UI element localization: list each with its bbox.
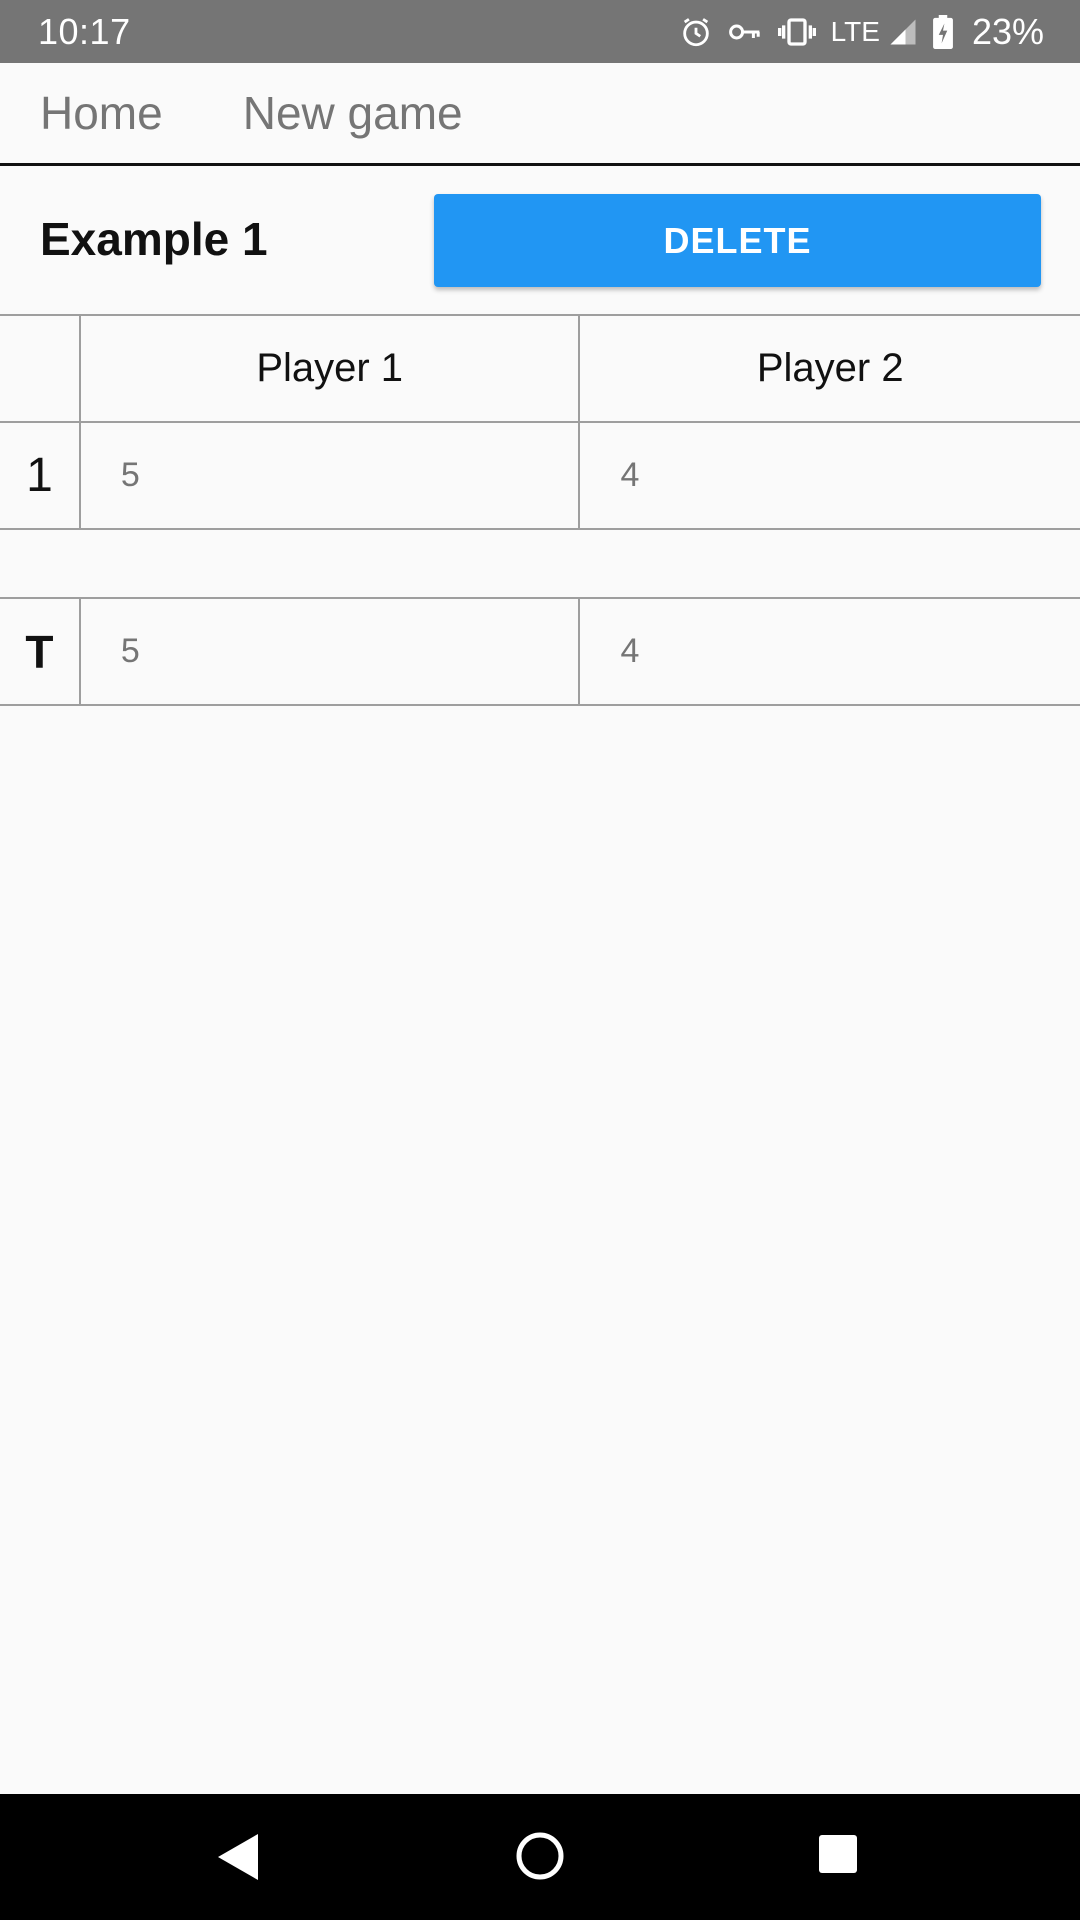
total-row: T 5 4 <box>0 599 1080 706</box>
nav-new-game-link[interactable]: New game <box>243 86 463 140</box>
back-icon[interactable] <box>216 1832 260 1887</box>
recents-icon[interactable] <box>817 1833 859 1880</box>
battery-charging-icon <box>932 14 954 49</box>
round-number: 1 <box>0 423 81 528</box>
nav-home-link[interactable]: Home <box>40 86 163 140</box>
status-time: 10:17 <box>38 10 131 52</box>
score-cell[interactable]: 5 <box>81 423 581 528</box>
app-screen: 10:17 LTE 23% Home New game Example 1 DE… <box>0 0 1080 1920</box>
home-icon[interactable] <box>514 1830 566 1887</box>
total-label: T <box>0 599 81 704</box>
player-header[interactable]: Player 2 <box>580 316 1080 421</box>
battery-level: 23% <box>971 10 1044 52</box>
spacer-row <box>0 530 1080 599</box>
vibrate-icon <box>777 17 817 47</box>
corner-cell <box>0 316 81 421</box>
status-icons: LTE 23% <box>679 11 1044 53</box>
game-header: Example 1 DELETE <box>0 166 1080 316</box>
top-nav: Home New game <box>0 63 1080 166</box>
score-cell[interactable]: 4 <box>580 423 1080 528</box>
alarm-icon <box>679 15 713 49</box>
delete-button[interactable]: DELETE <box>434 194 1041 287</box>
vpn-key-icon <box>727 20 763 44</box>
total-score-cell: 5 <box>81 599 581 704</box>
system-nav-bar <box>0 1794 1080 1920</box>
signal-icon <box>888 17 918 47</box>
game-title: Example 1 <box>40 213 268 265</box>
table-header-row: Player 1 Player 2 <box>0 316 1080 423</box>
table-row: 1 5 4 <box>0 423 1080 530</box>
total-score-cell: 4 <box>620 632 640 670</box>
status-bar: 10:17 LTE 23% <box>0 0 1080 63</box>
player-header[interactable]: Player 1 <box>81 316 581 421</box>
network-type: LTE <box>830 15 880 47</box>
